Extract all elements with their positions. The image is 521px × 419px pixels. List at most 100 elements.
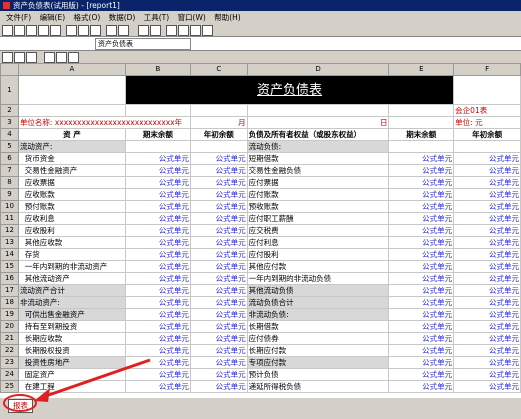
liability-label[interactable]: 应付票据 <box>246 176 390 189</box>
asset-end-value[interactable]: 公式单元 <box>124 236 191 249</box>
liability-end-value[interactable]: 公式单元 <box>388 332 455 345</box>
liability-end-value[interactable]: 公式单元 <box>388 356 455 369</box>
liability-begin-value[interactable]: 公式单元 <box>453 176 521 189</box>
format-icon[interactable] <box>178 25 189 36</box>
row-header[interactable]: 9 <box>0 188 19 201</box>
asset-label[interactable]: 交易性金融资产 <box>17 164 126 177</box>
liability-begin-value[interactable] <box>453 140 521 153</box>
cell[interactable] <box>388 116 455 129</box>
liability-begin-value[interactable]: 公式单元 <box>453 380 521 393</box>
menu-file[interactable]: 文件(F) <box>6 13 31 22</box>
underline-icon[interactable] <box>26 52 37 63</box>
asset-end-value[interactable]: 公式单元 <box>124 248 191 261</box>
liability-end-value[interactable]: 公式单元 <box>388 200 455 213</box>
asset-begin-value[interactable]: 公式单元 <box>189 188 248 201</box>
unit-label[interactable]: 单位: 元 <box>453 116 521 129</box>
liability-begin-value[interactable]: 公式单元 <box>453 236 521 249</box>
liability-begin-value[interactable]: 公式单元 <box>453 164 521 177</box>
asset-begin-value[interactable]: 公式单元 <box>189 380 248 393</box>
sheet-tab[interactable]: 报表 <box>8 399 33 413</box>
asset-label[interactable]: 固定资产 <box>17 368 126 381</box>
liability-label[interactable]: 长期借款 <box>246 320 390 333</box>
liability-end-value[interactable]: 公式单元 <box>388 272 455 285</box>
row-header[interactable]: 14 <box>0 248 19 261</box>
paste-icon[interactable] <box>90 25 101 36</box>
liability-label[interactable]: 流动负债: <box>246 140 390 153</box>
liability-label[interactable]: 短期借款 <box>246 152 390 165</box>
asset-end-value[interactable]: 公式单元 <box>124 164 191 177</box>
cut-icon[interactable] <box>66 25 77 36</box>
liability-begin-value[interactable]: 公式单元 <box>453 152 521 165</box>
sort-icon[interactable] <box>150 25 161 36</box>
liability-label[interactable]: 长期应付款 <box>246 344 390 357</box>
asset-label[interactable]: 货币资金 <box>17 152 126 165</box>
liability-end-value[interactable]: 公式单元 <box>388 308 455 321</box>
liability-begin-value[interactable]: 公式单元 <box>453 260 521 273</box>
asset-end-value[interactable]: 公式单元 <box>124 368 191 381</box>
liability-label[interactable]: 应付债券 <box>246 332 390 345</box>
liability-end-value[interactable]: 公式单元 <box>388 224 455 237</box>
asset-begin-value[interactable]: 公式单元 <box>189 344 248 357</box>
liability-end-value[interactable]: 公式单元 <box>388 344 455 357</box>
asset-end-value[interactable]: 公式单元 <box>124 320 191 333</box>
company-name[interactable]: 单位名称: xxxxxxxxxxxxxxxxxxxxxxxxxxx年 <box>17 116 191 129</box>
asset-end-value[interactable]: 公式单元 <box>124 176 191 189</box>
bold-icon[interactable] <box>2 52 13 63</box>
liability-end-value[interactable]: 公式单元 <box>388 176 455 189</box>
liability-end-value[interactable]: 公式单元 <box>388 296 455 309</box>
liability-begin-value[interactable]: 公式单元 <box>453 308 521 321</box>
row-header[interactable]: 25 <box>0 380 19 393</box>
period-day[interactable]: 日 <box>246 116 390 129</box>
liability-end-value[interactable]: 公式单元 <box>388 368 455 381</box>
cell-content-field[interactable]: 资产负债表 <box>95 38 191 50</box>
column-header[interactable]: C <box>189 63 248 76</box>
asset-begin-value[interactable]: 公式单元 <box>189 164 248 177</box>
asset-begin-value[interactable]: 公式单元 <box>189 200 248 213</box>
asset-label[interactable]: 应收账款 <box>17 188 126 201</box>
asset-begin-value[interactable]: 公式单元 <box>189 308 248 321</box>
row-header[interactable]: 2 <box>0 104 19 117</box>
asset-end-value[interactable]: 公式单元 <box>124 260 191 273</box>
align-right-icon[interactable] <box>68 52 79 63</box>
menu-edit[interactable]: 编辑(E) <box>40 13 66 22</box>
p-icon[interactable] <box>166 25 177 36</box>
row-header[interactable]: 11 <box>0 212 19 225</box>
menu-window[interactable]: 窗口(W) <box>178 13 206 22</box>
asset-end-value[interactable]: 公式单元 <box>124 224 191 237</box>
asset-end-value[interactable] <box>124 140 191 153</box>
print-icon[interactable] <box>38 25 49 36</box>
liability-begin-value[interactable]: 公式单元 <box>453 200 521 213</box>
asset-label[interactable]: 非流动资产: <box>17 296 126 309</box>
header-end-balance[interactable]: 期末余额 <box>124 128 191 141</box>
cell[interactable] <box>246 104 390 117</box>
row-header[interactable]: 23 <box>0 356 19 369</box>
row-header[interactable]: 13 <box>0 236 19 249</box>
menu-help[interactable]: 帮助(H) <box>214 13 241 22</box>
column-header[interactable]: B <box>124 63 191 76</box>
asset-label[interactable]: 在建工程 <box>17 380 126 393</box>
asset-label[interactable]: 一年内到期的非流动资产 <box>17 260 126 273</box>
header-assets[interactable]: 资 产 <box>17 128 126 141</box>
asset-label[interactable]: 可供出售金融资产 <box>17 308 126 321</box>
header-end-balance-2[interactable]: 期末余额 <box>388 128 455 141</box>
liability-end-value[interactable]: 公式单元 <box>388 188 455 201</box>
liability-end-value[interactable]: 公式单元 <box>388 212 455 225</box>
cell[interactable] <box>17 75 126 105</box>
header-begin-balance[interactable]: 年初余额 <box>189 128 248 141</box>
row-header[interactable]: 5 <box>0 140 19 153</box>
header-begin-balance-2[interactable]: 年初余额 <box>453 128 521 141</box>
liability-label[interactable]: 专项应付款 <box>246 356 390 369</box>
period-month[interactable]: 月 <box>189 116 248 129</box>
asset-label[interactable]: 流动资产合计 <box>17 284 126 297</box>
redo-icon[interactable] <box>118 25 129 36</box>
row-header[interactable]: 10 <box>0 200 19 213</box>
row-header[interactable]: 7 <box>0 164 19 177</box>
asset-begin-value[interactable]: 公式单元 <box>189 320 248 333</box>
liability-label[interactable]: 预收账款 <box>246 200 390 213</box>
asset-end-value[interactable]: 公式单元 <box>124 200 191 213</box>
asset-begin-value[interactable]: 公式单元 <box>189 176 248 189</box>
column-header[interactable]: D <box>246 63 390 76</box>
liability-end-value[interactable]: 公式单元 <box>388 248 455 261</box>
column-header[interactable]: E <box>388 63 455 76</box>
row-header[interactable]: 6 <box>0 152 19 165</box>
